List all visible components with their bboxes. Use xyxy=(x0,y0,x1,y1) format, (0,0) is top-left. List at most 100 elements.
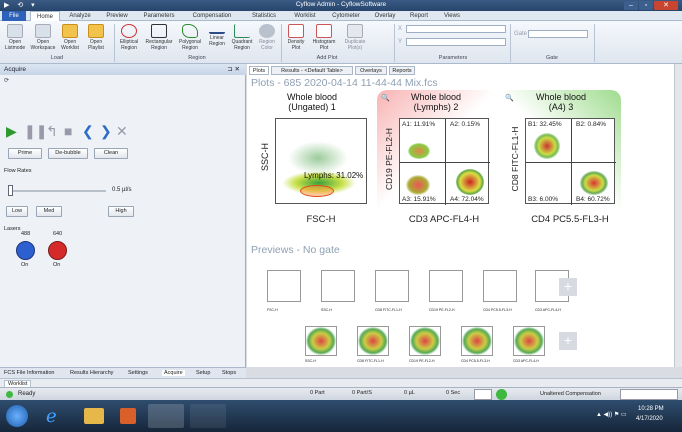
plot-a4[interactable]: 🔍 Whole blood (A4) 3 B1: 32.45% B2: 0.84… xyxy=(501,90,621,242)
refresh-icon[interactable]: ⟳ xyxy=(4,77,9,84)
tab-worklist[interactable]: Worklist xyxy=(288,11,322,21)
vertical-scrollbar[interactable] xyxy=(674,64,682,367)
tab-plots[interactable]: Plots xyxy=(249,66,269,75)
linear-region-button[interactable]: Linear Region xyxy=(206,24,228,47)
stop-icon[interactable]: ■ xyxy=(64,124,72,138)
x-parameter-select[interactable] xyxy=(406,25,506,33)
minimize-button[interactable]: – xyxy=(624,1,638,10)
density-plot-button[interactable]: Density Plot xyxy=(284,24,308,51)
tab-results-hierarchy[interactable]: Results Hierarchy xyxy=(70,370,113,376)
open-worklist-button[interactable]: Open Worklist xyxy=(58,24,82,51)
tube-icon[interactable] xyxy=(474,389,492,400)
tab-preview[interactable]: Preview xyxy=(100,11,134,21)
maximize-button[interactable]: ▫ xyxy=(639,1,653,10)
tab-file[interactable]: File xyxy=(2,11,26,21)
duplicate-plot-button[interactable]: Duplicate Plot(s) xyxy=(340,24,370,51)
preview-histogram[interactable] xyxy=(267,270,301,302)
flow-rate-slider-track[interactable] xyxy=(10,190,106,192)
play-icon[interactable]: ▶ xyxy=(6,124,17,138)
plot-3-xlabel: CD4 PC5.5-FL3-H xyxy=(531,214,609,225)
preview-dotplot[interactable] xyxy=(461,326,493,356)
ribbon-tabs: File Home Analyze Preview Parameters Com… xyxy=(0,11,682,21)
preview-histogram[interactable] xyxy=(375,270,409,302)
tab-setup[interactable]: Setup xyxy=(196,370,210,376)
tab-fcs-file-information[interactable]: FCS File Information xyxy=(4,370,54,376)
preview-histogram[interactable] xyxy=(321,270,355,302)
preview-dotplot[interactable] xyxy=(513,326,545,356)
tab-compensation[interactable]: Compensation xyxy=(184,11,240,21)
quadrant-line[interactable] xyxy=(526,162,616,163)
preview-histogram[interactable] xyxy=(429,270,463,302)
histogram-plot-button[interactable]: Histogram Plot xyxy=(310,24,338,51)
quadrant-a3-label: A3: 15.91% xyxy=(402,196,436,203)
quadrant-region-button[interactable]: Quadrant Region xyxy=(230,24,254,51)
laser-488-toggle[interactable] xyxy=(16,241,35,260)
abort-icon[interactable]: ✕ xyxy=(116,124,128,138)
media-icon[interactable] xyxy=(120,408,136,424)
prime-button[interactable]: Prime xyxy=(8,148,42,159)
tray-icons[interactable]: ▲ ◀)) ⚑ ▭ xyxy=(596,411,627,418)
flow-rate-slider-thumb[interactable] xyxy=(8,185,13,196)
clean-button[interactable]: Clean xyxy=(94,148,128,159)
open-workspace-button[interactable]: Open Workspace xyxy=(30,24,56,51)
start-button[interactable] xyxy=(6,405,28,427)
debubble-button[interactable]: De-bubble xyxy=(48,148,88,159)
cyflow-taskbar-icon[interactable] xyxy=(148,404,184,428)
zoom-slider[interactable] xyxy=(620,389,678,400)
back-icon[interactable]: ↰ xyxy=(46,124,58,138)
folder-open-icon xyxy=(35,24,51,38)
tab-statistics[interactable]: Statistics xyxy=(244,11,284,21)
plot-lymphs[interactable]: 🔍 Whole blood (Lymphs) 2 A1: 11.91% A2: … xyxy=(377,90,495,242)
high-rate-button[interactable]: High xyxy=(108,206,134,217)
preview-histogram[interactable] xyxy=(483,270,517,302)
open-playlist-button[interactable]: Open Playlist xyxy=(84,24,108,51)
region-color-button[interactable]: Region Color xyxy=(256,24,278,51)
tab-settings[interactable]: Settings xyxy=(128,370,148,376)
add-preview-icon[interactable]: + xyxy=(559,332,577,350)
ie-icon[interactable]: ℯ xyxy=(46,406,66,426)
explorer-icon[interactable] xyxy=(84,408,104,424)
preview-dotplot[interactable] xyxy=(357,326,389,356)
quadrant-line[interactable] xyxy=(400,162,490,163)
rectangular-region-button[interactable]: Rectangular Region xyxy=(144,24,174,51)
preview-dotplot[interactable] xyxy=(305,326,337,356)
preview-dotplot[interactable] xyxy=(409,326,441,356)
laser-640-toggle[interactable] xyxy=(48,241,67,260)
tab-results[interactable]: Results - <Default Table> xyxy=(271,66,353,75)
close-button[interactable]: ✕ xyxy=(654,1,678,10)
gate-select[interactable] xyxy=(528,30,588,38)
tab-views[interactable]: Views xyxy=(438,11,466,21)
low-rate-button[interactable]: Low xyxy=(6,206,28,217)
windows-taskbar: ℯ ▲ ◀)) ⚑ ▭ 10:28 PM 4/17/2020 xyxy=(0,400,682,432)
lymphs-gate[interactable] xyxy=(300,185,334,197)
pause-icon[interactable]: ❚❚ xyxy=(24,124,47,138)
tab-overlays[interactable]: Overlays xyxy=(355,66,387,75)
previous-icon[interactable]: ❮ xyxy=(82,124,94,138)
open-listmode-button[interactable]: Open Listmode xyxy=(2,24,28,51)
tab-cytometer[interactable]: Cytometer xyxy=(326,11,366,21)
plot-ungated[interactable]: Whole blood (Ungated) 1 Lymphs: 31.02% S… xyxy=(253,90,371,242)
tab-overlay[interactable]: Overlay xyxy=(370,11,400,21)
elliptical-region-button[interactable]: Elliptical Region xyxy=(116,24,142,51)
laser-488-wavelength: 488 xyxy=(21,231,31,237)
polygonal-region-button[interactable]: Polygonal Region xyxy=(176,24,204,51)
tab-report[interactable]: Report xyxy=(404,11,434,21)
app-taskbar-icon[interactable] xyxy=(190,404,226,428)
tab-stops[interactable]: Stops xyxy=(222,370,236,376)
quadrant-b3-label: B3: 6.00% xyxy=(528,196,558,203)
tab-reports[interactable]: Reports xyxy=(389,66,415,75)
plot-2-density xyxy=(406,175,430,195)
rectangle-region-icon xyxy=(151,24,167,38)
add-preview-icon[interactable]: + xyxy=(559,278,577,296)
tab-home[interactable]: Home xyxy=(30,11,60,21)
power-icon[interactable] xyxy=(496,389,507,400)
tab-analyze[interactable]: Analyze xyxy=(64,11,96,21)
ribbon: Open Listmode Open Workspace Open Workli… xyxy=(0,21,682,64)
tab-parameters[interactable]: Parameters xyxy=(138,11,180,21)
next-icon[interactable]: ❯ xyxy=(100,124,112,138)
y-parameter-select[interactable] xyxy=(406,38,506,46)
status-parts: 0 Part/S xyxy=(352,390,372,396)
tab-acquire[interactable]: Acquire xyxy=(162,370,185,376)
med-rate-button[interactable]: Med xyxy=(36,206,62,217)
pin-close-icon[interactable]: ⊐ ✕ xyxy=(227,65,240,73)
